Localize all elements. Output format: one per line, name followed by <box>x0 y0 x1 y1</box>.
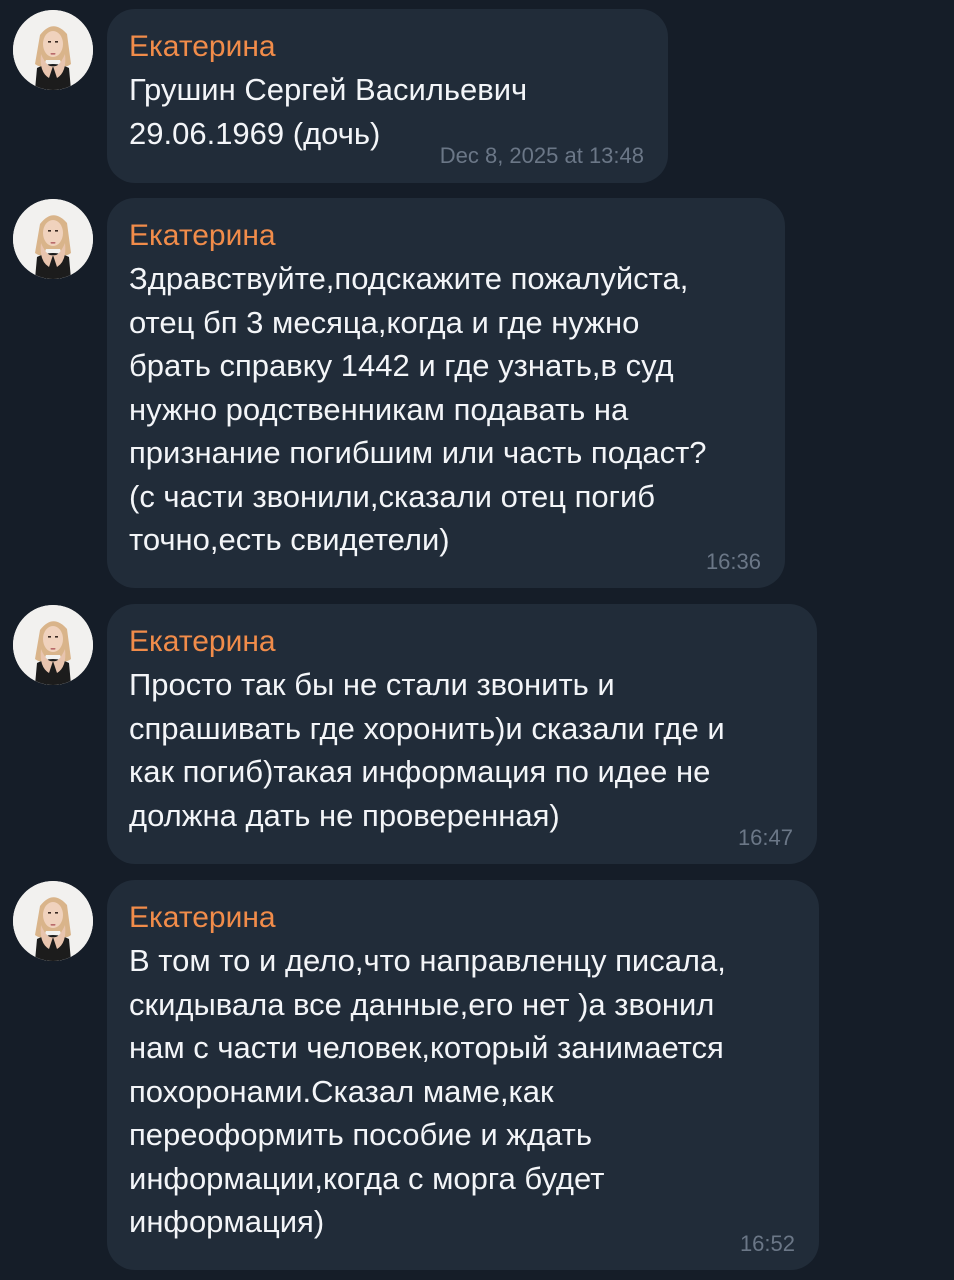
message-line: Грушин Сергей Васильевич <box>129 72 528 107</box>
message-timestamp: 16:47 <box>737 825 793 850</box>
message-line: как погиб)такая информация по идее не <box>129 754 711 789</box>
message-text: Грушин Сергей Васильевич 29.06.1969 (доч… <box>129 68 644 155</box>
message-line: информация) <box>129 1204 325 1239</box>
message-line: нужно родственникам подавать на <box>129 391 629 427</box>
sender-name[interactable]: Екатерина <box>129 898 795 938</box>
message-line: похоронами.Сказал маме,как <box>129 1073 554 1109</box>
message-line: точно,есть свидетели) <box>129 522 450 557</box>
message-line: спрашивать где хоронить)и сказали где и <box>129 710 725 746</box>
sender-name[interactable]: Екатерина <box>129 27 644 67</box>
message-text: Просто так бы не стали звонить и спрашив… <box>129 663 793 837</box>
message-line: скидывала все данные,его нет )а звонил <box>129 986 715 1022</box>
message-bubble[interactable]: Екатерина Здравствуйте,подскажите пожалу… <box>107 198 785 588</box>
message-line: должна дать не проверенная) <box>129 797 560 833</box>
message-bubble[interactable]: Екатерина Грушин Сергей Васильевич 29.06… <box>107 9 668 183</box>
message-timestamp: Dec 8, 2025 at 13:48 <box>439 143 644 168</box>
avatar[interactable] <box>13 605 93 685</box>
message-bubble[interactable]: Екатерина Просто так бы не стали звонить… <box>107 604 817 864</box>
message-line: отец бп 3 месяца,когда и где нужно <box>129 304 640 340</box>
message-line: признание погибшим или часть подаст? <box>129 435 707 470</box>
avatar[interactable] <box>13 199 93 279</box>
message-timestamp: 16:52 <box>739 1231 795 1256</box>
message-line: (с части звонили,сказали отец погиб <box>129 478 656 514</box>
message-text: В том то и дело,что направленцу писала, … <box>129 939 795 1244</box>
message-text: Здравствуйте,подскажите пожалуйста, отец… <box>129 257 761 562</box>
message-timestamp: 16:36 <box>705 549 761 574</box>
sender-name[interactable]: Екатерина <box>129 216 761 256</box>
message-line: брать справку 1442 и где узнать,в суд <box>129 348 674 383</box>
avatar[interactable] <box>13 10 93 90</box>
avatar[interactable] <box>13 881 93 961</box>
message-line: нам с части человек,который занимается <box>129 1030 724 1065</box>
message-bubble[interactable]: Екатерина В том то и дело,что направленц… <box>107 880 819 1270</box>
message-line: Просто так бы не стали звонить и <box>129 667 615 702</box>
sender-name[interactable]: Екатерина <box>129 622 793 662</box>
message-line: переоформить пособие и ждать <box>129 1117 593 1152</box>
message-line: В том то и дело,что направленцу писала, <box>129 943 726 978</box>
message-line: Здравствуйте,подскажите пожалуйста, <box>129 261 689 296</box>
message-line: информации,когда с морга будет <box>129 1160 605 1196</box>
